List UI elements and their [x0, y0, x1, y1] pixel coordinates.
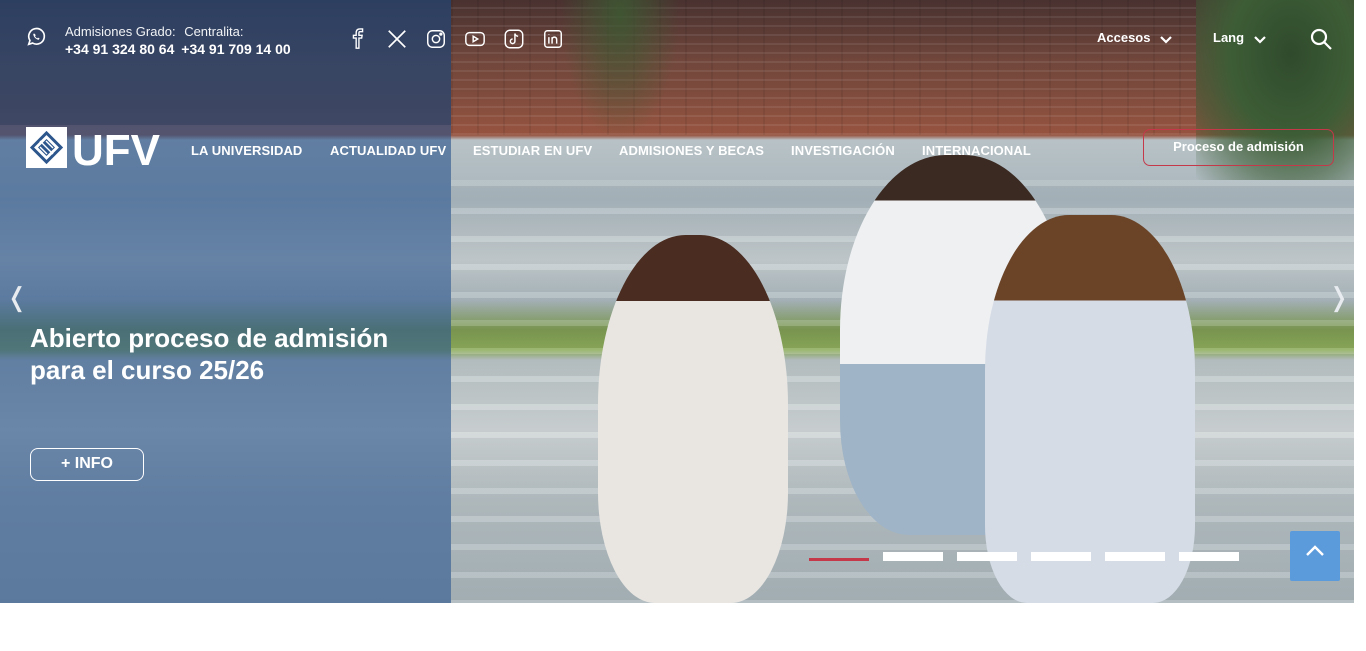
chevron-down-icon: [1253, 35, 1266, 44]
whatsapp-icon[interactable]: [25, 26, 47, 48]
nav-item-admisiones-y-becas[interactable]: ADMISIONES Y BECAS: [619, 143, 764, 158]
chevron-down-icon: [1160, 35, 1172, 44]
language-dropdown[interactable]: Lang: [1213, 30, 1266, 45]
slide-indicator[interactable]: [957, 552, 1017, 561]
hero-slider: [0, 0, 1354, 603]
nav-item-la-universidad[interactable]: LA UNIVERSIDAD: [191, 143, 302, 158]
tiktok-icon[interactable]: [503, 28, 525, 50]
nav-item-estudiar-en-ufv[interactable]: ESTUDIAR EN UFV: [473, 143, 592, 158]
accesos-dropdown[interactable]: Accesos: [1097, 30, 1172, 45]
contact-labels: Admisiones Grado: Centralita:: [65, 24, 248, 39]
top-utility-bar: Admisiones Grado: Centralita: +34 91 324…: [0, 0, 1354, 78]
facebook-icon[interactable]: [347, 28, 369, 50]
lang-label: Lang: [1213, 30, 1245, 45]
search-icon[interactable]: [1309, 27, 1333, 51]
admissions-label: Admisiones Grado:: [65, 24, 176, 39]
hero-image-student: [598, 235, 788, 603]
chevron-up-icon: [1306, 545, 1324, 556]
slider-next-arrow[interactable]: ❭: [1328, 282, 1350, 313]
accesos-label: Accesos: [1097, 30, 1151, 45]
slide-indicator[interactable]: [809, 558, 869, 561]
switchboard-label: Centralita:: [184, 24, 244, 39]
nav-item-investigacion[interactable]: INVESTIGACIÓN: [791, 143, 895, 158]
slide-indicator[interactable]: [1105, 552, 1165, 561]
admissions-phone-link[interactable]: +34 91 324 80 64: [65, 41, 174, 57]
slide-indicator[interactable]: [883, 552, 943, 561]
info-button[interactable]: + INFO: [30, 448, 144, 481]
nav-item-actualidad-ufv[interactable]: ACTUALIDAD UFV: [330, 143, 446, 158]
youtube-icon[interactable]: [464, 28, 486, 50]
linkedin-icon[interactable]: [542, 28, 564, 50]
x-twitter-icon[interactable]: [386, 28, 408, 50]
hero-headline: Abierto proceso de admisión para el curs…: [30, 323, 389, 385]
slider-prev-arrow[interactable]: ❬: [6, 282, 28, 313]
slide-indicator[interactable]: [1179, 552, 1239, 561]
scroll-to-top-button[interactable]: [1290, 531, 1340, 581]
slide-indicator[interactable]: [1031, 552, 1091, 561]
switchboard-phone-link[interactable]: +34 91 709 14 00: [181, 41, 290, 57]
proceso-admision-button[interactable]: Proceso de admisión: [1143, 129, 1334, 166]
contact-phones: +34 91 324 80 64 +34 91 709 14 00: [65, 41, 294, 57]
hero-image-student: [985, 215, 1195, 603]
nav-item-internacional[interactable]: INTERNACIONAL: [922, 143, 1031, 158]
instagram-icon[interactable]: [425, 28, 447, 50]
